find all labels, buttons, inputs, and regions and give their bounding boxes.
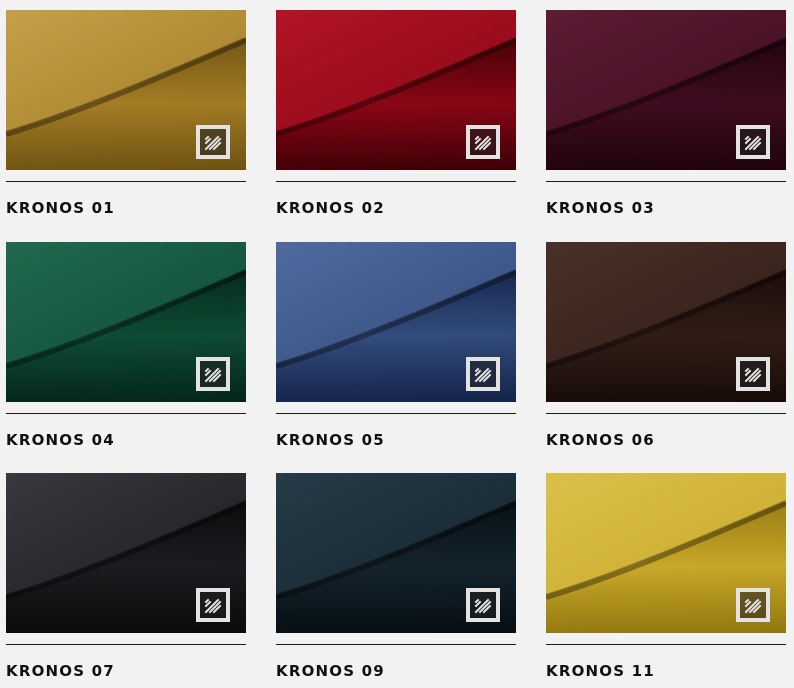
fabric-swatch-image [546,473,786,633]
fabric-brand-logo-icon [466,125,500,159]
fabric-swatch-image [546,10,786,170]
fabric-swatch-image [6,473,246,633]
swatch-name: KRONOS 09 [276,662,385,680]
divider [546,644,786,645]
divider [6,644,246,645]
divider [276,181,516,182]
swatch-card-kronos-05[interactable]: KRONOS 05 [276,242,516,449]
swatch-card-kronos-11[interactable]: KRONOS 11 [546,473,786,680]
divider [276,413,516,414]
swatch-name: KRONOS 05 [276,431,385,449]
swatch-card-kronos-09[interactable]: KRONOS 09 [276,473,516,680]
fabric-swatch-image [276,10,516,170]
fabric-brand-logo-icon [736,357,770,391]
fabric-brand-logo-icon [736,588,770,622]
fabric-swatch-image [276,242,516,402]
swatch-name: KRONOS 11 [546,662,655,680]
fabric-swatch-grid: KRONOS 01 KRONOS 02 KRONOS 03 KRONOS 04 … [0,0,794,688]
swatch-card-kronos-01[interactable]: KRONOS 01 [6,10,246,217]
divider [6,181,246,182]
fabric-brand-logo-icon [196,588,230,622]
fabric-brand-logo-icon [736,125,770,159]
fabric-brand-logo-icon [196,125,230,159]
swatch-card-kronos-06[interactable]: KRONOS 06 [546,242,786,449]
divider [546,181,786,182]
divider [6,413,246,414]
fabric-swatch-image [276,473,516,633]
swatch-name: KRONOS 02 [276,199,385,217]
swatch-card-kronos-02[interactable]: KRONOS 02 [276,10,516,217]
swatch-card-kronos-03[interactable]: KRONOS 03 [546,10,786,217]
swatch-name: KRONOS 06 [546,431,655,449]
fabric-brand-logo-icon [466,588,500,622]
divider [276,644,516,645]
swatch-card-kronos-04[interactable]: KRONOS 04 [6,242,246,449]
fabric-swatch-image [546,242,786,402]
fabric-brand-logo-icon [196,357,230,391]
swatch-name: KRONOS 07 [6,662,115,680]
swatch-name: KRONOS 01 [6,199,115,217]
swatch-card-kronos-07[interactable]: KRONOS 07 [6,473,246,680]
fabric-swatch-image [6,10,246,170]
divider [546,413,786,414]
fabric-swatch-image [6,242,246,402]
fabric-brand-logo-icon [466,357,500,391]
swatch-name: KRONOS 03 [546,199,655,217]
swatch-name: KRONOS 04 [6,431,115,449]
